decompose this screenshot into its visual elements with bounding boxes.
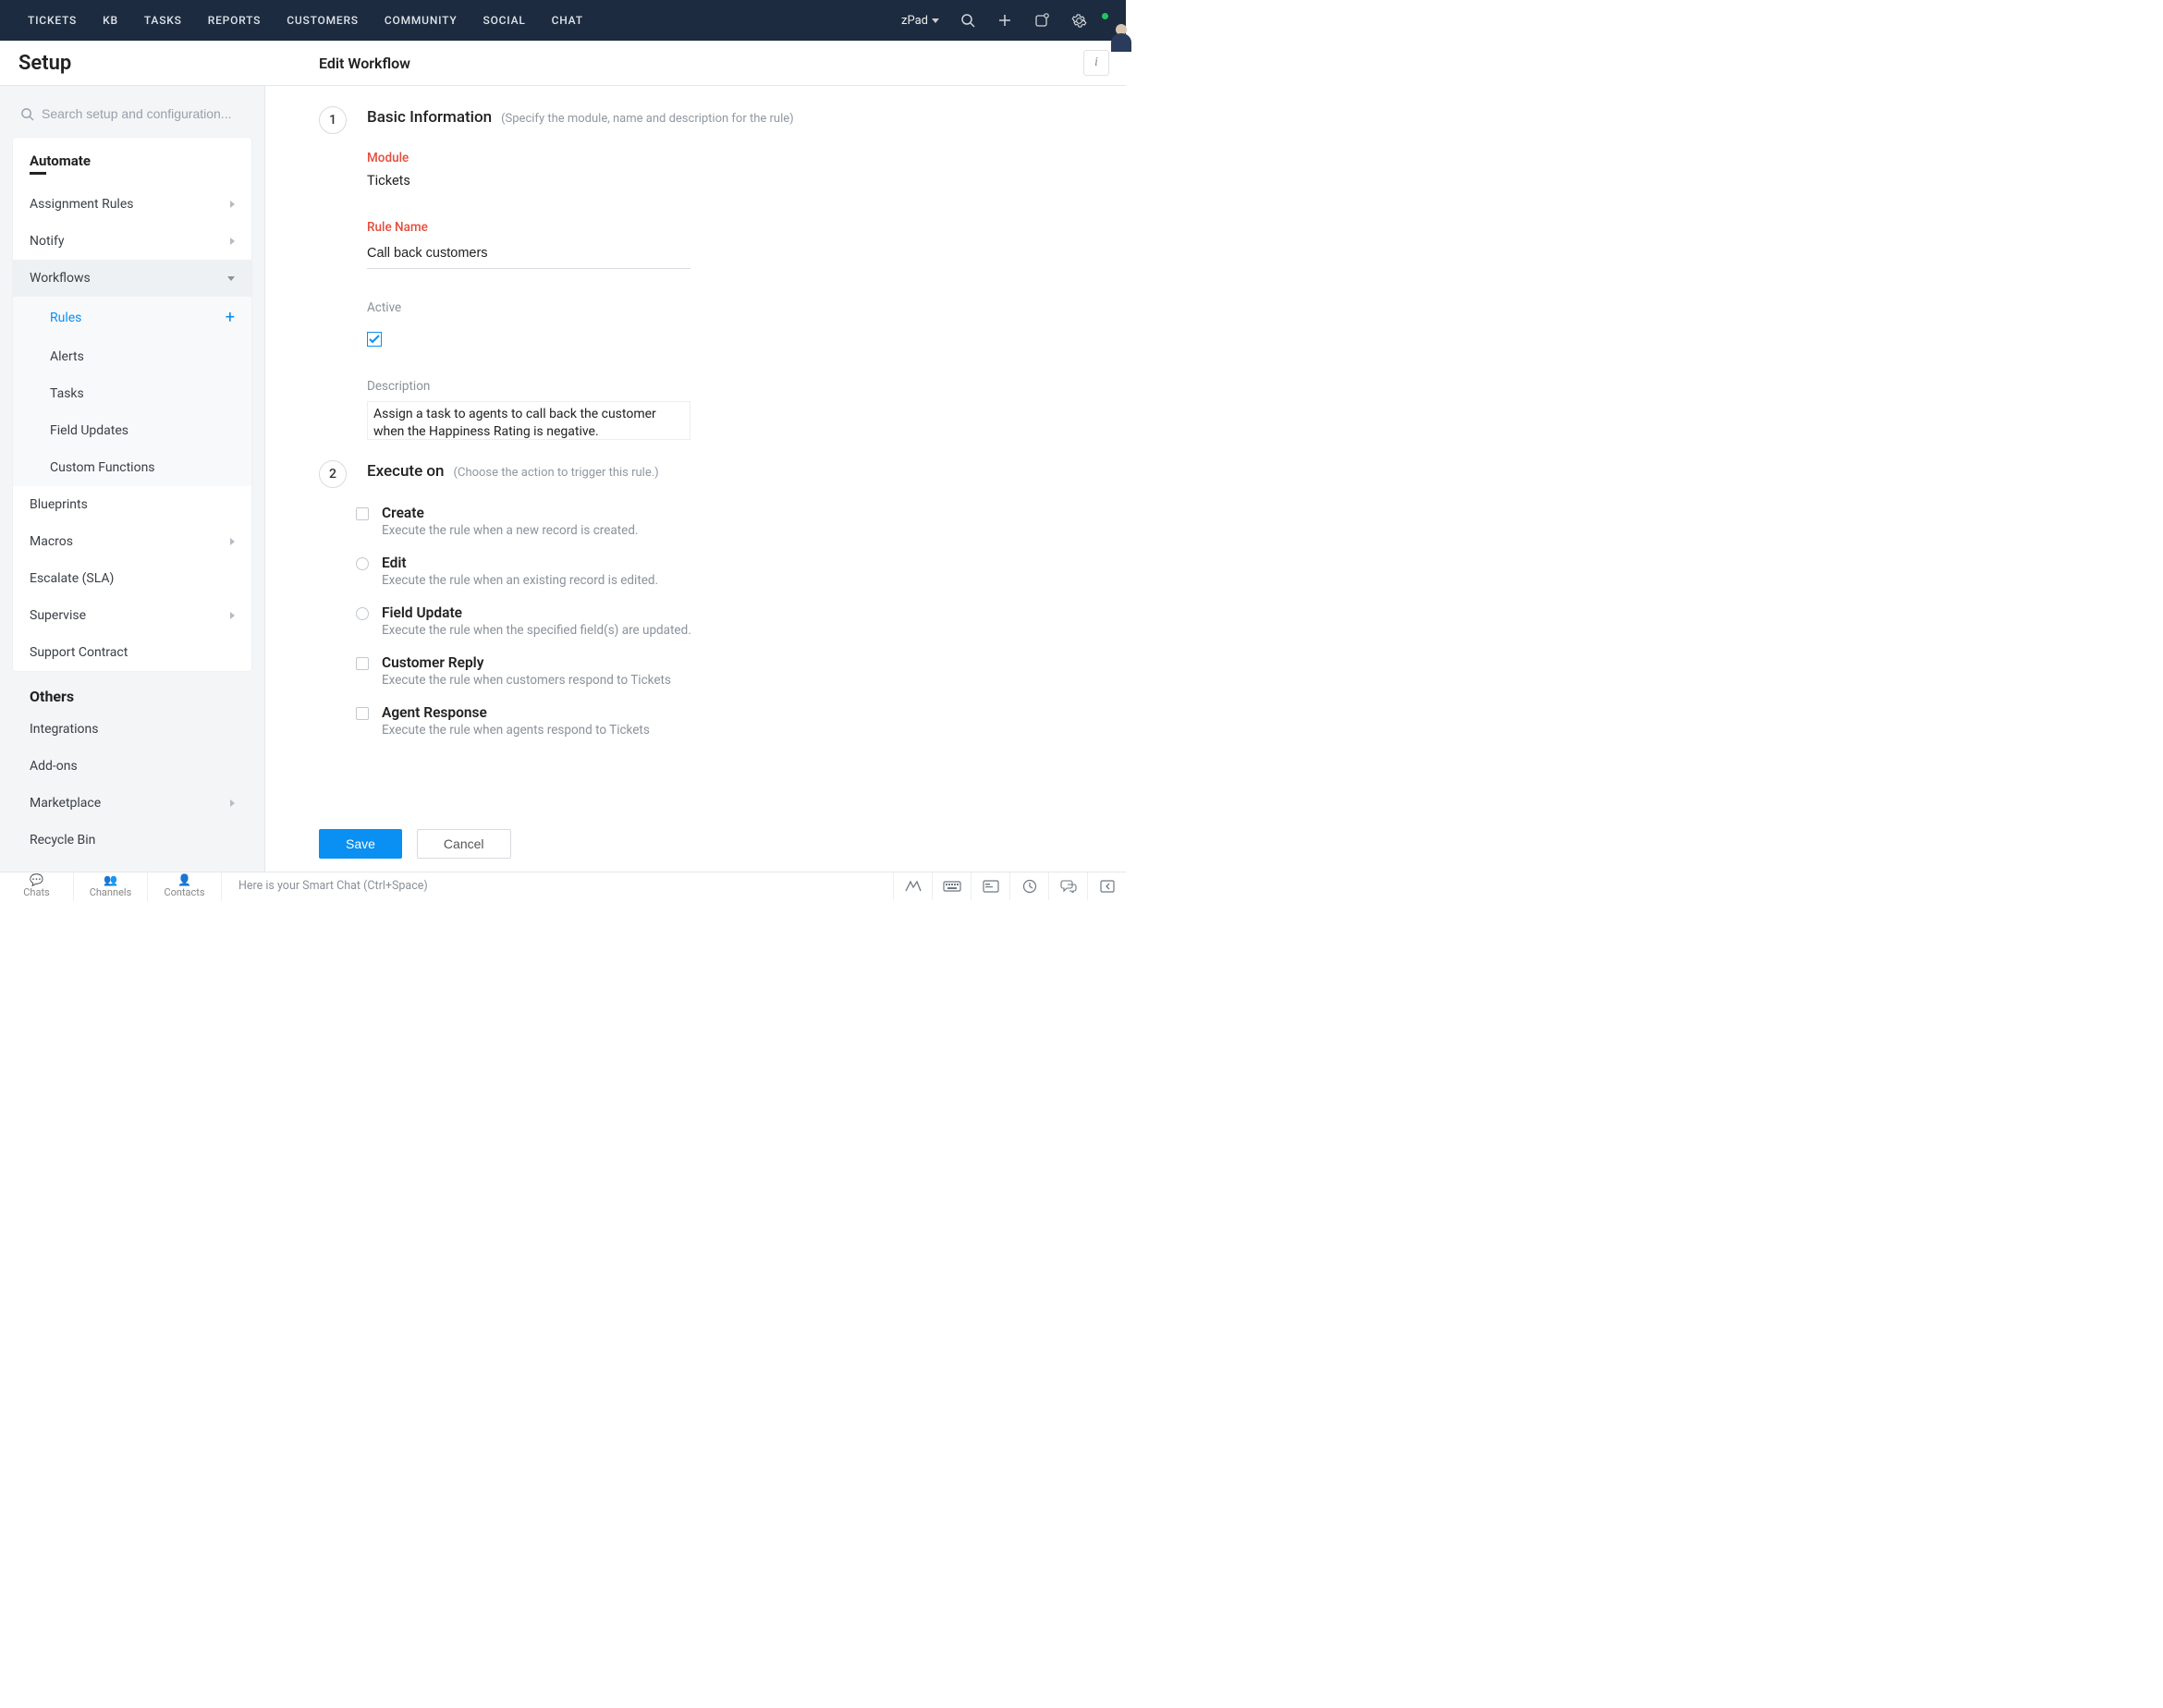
sidebar-item-supervise[interactable]: Supervise [13, 597, 251, 634]
sidebar-item-marketplace[interactable]: Marketplace [13, 785, 251, 822]
add-icon[interactable] [996, 12, 1013, 29]
rulename-input[interactable] [367, 242, 690, 269]
search-icon [20, 107, 34, 121]
step-1-hint: (Specify the module, name and descriptio… [501, 112, 794, 126]
top-nav: TICKETS KB TASKS REPORTS CUSTOMERS COMMU… [0, 0, 1126, 41]
radio-edit[interactable] [356, 557, 369, 570]
chevron-right-icon [230, 201, 235, 208]
presence-indicator [1101, 12, 1109, 20]
smartchat-hint[interactable]: Here is your Smart Chat (Ctrl+Space) [222, 879, 893, 893]
step-2-title: Execute on [367, 462, 445, 481]
sidebar-subitem-custom-functions[interactable]: Custom Functions [13, 449, 251, 486]
cancel-button[interactable]: Cancel [417, 829, 511, 859]
chat-icon: 💬 [0, 873, 73, 886]
description-textarea[interactable] [367, 401, 690, 440]
step-2-number: 2 [319, 460, 347, 488]
sidebar-item-support-contract[interactable]: Support Contract [13, 634, 251, 671]
bottom-tab-contacts[interactable]: 👤 Contacts [148, 871, 222, 901]
sidebar-item-notify[interactable]: Notify [13, 223, 251, 260]
module-value: Tickets [367, 173, 1089, 189]
nav-kb[interactable]: KB [103, 14, 118, 27]
automate-card: Automate Assignment Rules Notify Workflo… [13, 138, 251, 671]
step-1-title: Basic Information [367, 108, 492, 127]
chevron-right-icon [230, 799, 235, 807]
chevron-down-icon [227, 276, 235, 281]
nav-items: TICKETS KB TASKS REPORTS CUSTOMERS COMMU… [28, 14, 901, 27]
sidebar-item-escalate[interactable]: Escalate (SLA) [13, 560, 251, 597]
sidebar-subitem-rules[interactable]: Rules + [13, 297, 251, 338]
option-field-update[interactable]: Field Update Execute the rule when the s… [356, 604, 1089, 638]
checkbox-customer-reply[interactable] [356, 657, 369, 670]
sidebar-item-assignment-rules[interactable]: Assignment Rules [13, 186, 251, 223]
step-2-hint: (Choose the action to trigger this rule.… [454, 466, 659, 480]
option-create[interactable]: Create Execute the rule when a new recor… [356, 505, 1089, 538]
description-label: Description [367, 379, 1089, 394]
option-agent-response[interactable]: Agent Response Execute the rule when age… [356, 704, 1089, 738]
setup-sidebar: Automate Assignment Rules Notify Workflo… [0, 86, 265, 872]
chevron-right-icon [230, 238, 235, 245]
execute-options: Create Execute the rule when a new recor… [319, 505, 1089, 738]
automate-header: Automate [13, 152, 251, 177]
nav-community[interactable]: COMMUNITY [385, 14, 458, 27]
sidebar-subitem-tasks[interactable]: Tasks [13, 375, 251, 412]
nav-chat[interactable]: CHAT [552, 14, 583, 27]
nav-tickets[interactable]: TICKETS [28, 14, 77, 27]
sidebar-item-workflows[interactable]: Workflows [13, 260, 251, 297]
sidebar-search[interactable] [13, 106, 251, 138]
chevron-right-icon [230, 538, 235, 545]
nav-tasks[interactable]: TASKS [144, 14, 182, 27]
step-1-number: 1 [319, 106, 347, 134]
others-header: Others [13, 688, 251, 711]
notification-icon[interactable] [1033, 12, 1050, 29]
check-icon [369, 335, 380, 344]
sidebar-search-input[interactable] [42, 106, 244, 121]
group-icon: 👥 [74, 873, 147, 886]
collapse-icon[interactable] [1087, 872, 1126, 900]
chevron-right-icon [230, 612, 235, 619]
checkbox-agent-response[interactable] [356, 707, 369, 720]
option-customer-reply[interactable]: Customer Reply Execute the rule when cus… [356, 654, 1089, 688]
card-icon[interactable] [971, 872, 1009, 900]
search-icon[interactable] [959, 12, 976, 29]
clock-icon[interactable] [1009, 872, 1048, 900]
chat-bubble-icon[interactable] [1048, 872, 1087, 900]
sidebar-subitem-alerts[interactable]: Alerts [13, 338, 251, 375]
second-bar: Setup Edit Workflow i [0, 41, 1126, 86]
sidebar-item-recycle-bin[interactable]: Recycle Bin [13, 822, 251, 859]
bottom-tab-chats[interactable]: 💬 Chats [0, 871, 74, 901]
footer-bar: Save Cancel [265, 816, 1126, 872]
workspace-name: zPad [901, 14, 928, 28]
info-button[interactable]: i [1083, 50, 1109, 76]
bottom-bar: 💬 Chats 👥 Channels 👤 Contacts Here is yo… [0, 872, 1126, 899]
main-content: 1 Basic Information (Specify the module,… [265, 86, 1126, 872]
user-icon: 👤 [148, 873, 221, 886]
module-label: Module [367, 151, 1089, 165]
sidebar-item-addons[interactable]: Add-ons [13, 748, 251, 785]
keyboard-icon[interactable] [932, 872, 971, 900]
workspace-selector[interactable]: zPad [901, 14, 939, 28]
rulename-label: Rule Name [367, 220, 1089, 235]
sidebar-item-integrations[interactable]: Integrations [13, 711, 251, 748]
active-label: Active [367, 300, 1089, 315]
nav-social[interactable]: SOCIAL [483, 14, 526, 27]
page-title: Edit Workflow [265, 55, 1083, 72]
active-checkbox[interactable] [367, 332, 382, 347]
settings-icon[interactable] [1070, 12, 1087, 29]
nav-customers[interactable]: CUSTOMERS [287, 14, 359, 27]
option-edit[interactable]: Edit Execute the rule when an existing r… [356, 555, 1089, 588]
chevron-down-icon [932, 18, 939, 23]
setup-label: Setup [0, 52, 265, 75]
sidebar-item-blueprints[interactable]: Blueprints [13, 486, 251, 523]
nav-reports[interactable]: REPORTS [208, 14, 262, 27]
bottom-tab-channels[interactable]: 👥 Channels [74, 871, 148, 901]
save-button[interactable]: Save [319, 829, 402, 859]
checkbox-create[interactable] [356, 507, 369, 520]
zia-icon[interactable] [893, 872, 932, 900]
sidebar-item-macros[interactable]: Macros [13, 523, 251, 560]
sidebar-subitem-field-updates[interactable]: Field Updates [13, 412, 251, 449]
add-rule-icon[interactable]: + [226, 308, 235, 327]
radio-field-update[interactable] [356, 607, 369, 620]
